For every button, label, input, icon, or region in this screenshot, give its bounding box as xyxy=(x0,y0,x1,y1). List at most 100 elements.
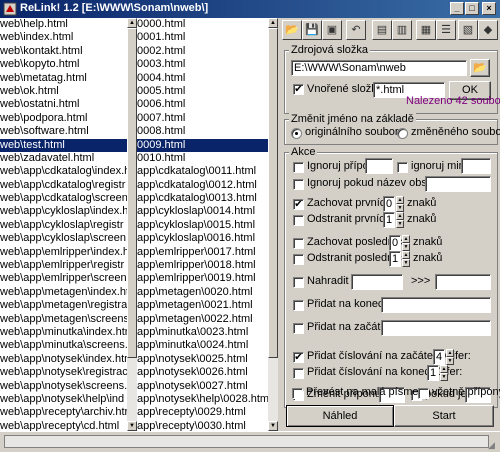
properties-icon[interactable]: ▧ xyxy=(458,20,478,40)
open-folder-icon[interactable]: 📂 xyxy=(282,20,302,40)
add-end-field[interactable] xyxy=(381,297,491,313)
remove-last-value[interactable]: 1 xyxy=(389,251,401,267)
list-item[interactable]: 0009.html xyxy=(137,138,268,152)
include-ext-checkbox[interactable] xyxy=(418,388,429,399)
keep-first-value[interactable]: 0 xyxy=(383,196,395,212)
list-item[interactable]: app\metagen\0021.html xyxy=(137,299,268,312)
list-item[interactable]: web\ok.html xyxy=(0,85,127,98)
remove-first-checkbox[interactable] xyxy=(293,215,304,226)
keep-last-checkbox[interactable] xyxy=(293,238,304,249)
ignore-except-checkbox[interactable] xyxy=(397,162,408,173)
replace-checkbox[interactable] xyxy=(293,277,304,288)
keep-last-spinner[interactable]: ▲ ▼ xyxy=(402,235,410,251)
number-end-spinner[interactable]: ▲ ▼ xyxy=(440,365,448,381)
list-item[interactable]: app\cykloslap\0016.html xyxy=(137,232,268,245)
list-item[interactable]: web\zadavatel.html xyxy=(0,152,127,165)
list-item[interactable]: web\software.html xyxy=(0,125,127,138)
add-start-checkbox[interactable] xyxy=(293,323,304,334)
list-item[interactable]: web\app\metagen\index.ht xyxy=(0,286,127,299)
start-button[interactable]: Start xyxy=(394,405,494,427)
list-item[interactable]: app\cdkatalog\0011.html xyxy=(137,165,268,178)
list-item[interactable]: web\test.html xyxy=(0,138,127,152)
list-item[interactable]: app\cdkatalog\0013.html xyxy=(137,192,268,205)
subfolders-checkbox[interactable]: ✔ xyxy=(293,84,304,95)
list-item[interactable]: app\notysek\0025.html xyxy=(137,353,268,366)
scroll-thumb[interactable] xyxy=(127,28,137,358)
list-item[interactable]: app\emlripper\0017.html xyxy=(137,246,268,259)
list-item[interactable]: web\app\cykloslap\index.h xyxy=(0,205,127,218)
list-item[interactable]: web\app\minutka\index.htn xyxy=(0,326,127,339)
help-book-icon[interactable]: ◆ xyxy=(478,20,498,40)
list-item[interactable]: app\notysek\0026.html xyxy=(137,366,268,379)
number-start-digits[interactable]: 4 xyxy=(433,349,445,365)
undo-icon[interactable]: ↶ xyxy=(346,20,366,40)
list-item[interactable]: web\app\cdkatalog\index.h xyxy=(0,165,127,178)
list-item[interactable]: app\emlripper\0018.html xyxy=(137,259,268,272)
list-item[interactable]: app\cykloslap\0015.html xyxy=(137,219,268,232)
list-item[interactable]: web\app\notysek\index.htn xyxy=(0,353,127,366)
script-save-icon[interactable]: ▥ xyxy=(392,20,412,40)
source-list-scrollbar[interactable]: ▲ ▼ xyxy=(127,18,137,431)
save-as-icon[interactable]: ▣ xyxy=(322,20,342,40)
replace-to-field[interactable] xyxy=(435,274,491,290)
horizontal-scrollbar[interactable]: ◢ xyxy=(0,431,500,452)
scroll-down-arrow-icon[interactable]: ▼ xyxy=(127,421,137,431)
list-item[interactable]: app\emlripper\0019.html xyxy=(137,272,268,285)
list-item[interactable]: 0002.html xyxy=(137,45,268,58)
scroll-thumb[interactable] xyxy=(268,28,278,358)
list-item[interactable]: web\app\emlripper\registr xyxy=(0,259,127,272)
scroll-down-arrow-icon[interactable]: ▼ xyxy=(268,421,278,431)
ignore-except-field[interactable] xyxy=(461,158,491,174)
list-item[interactable]: web\app\notysek\help\ind xyxy=(0,393,127,406)
list-item[interactable]: app\recepty\0030.html xyxy=(137,420,268,431)
list-item[interactable]: 0005.html xyxy=(137,85,268,98)
list-item[interactable]: 0003.html xyxy=(137,58,268,71)
number-start-spinner[interactable]: ▲ ▼ xyxy=(446,349,454,365)
list-item[interactable]: web\app\cdkatalog\screen xyxy=(0,192,127,205)
list-item[interactable]: web\index.html xyxy=(0,31,127,44)
number-start-checkbox[interactable]: ✔ xyxy=(293,352,304,363)
list-item[interactable]: web\app\cdkatalog\registr xyxy=(0,179,127,192)
remove-last-checkbox[interactable] xyxy=(293,254,304,265)
keep-first-spinner[interactable]: ▲ ▼ xyxy=(396,196,404,212)
list-item[interactable]: web\app\notysek\screens.h xyxy=(0,380,127,393)
list-item[interactable]: app\metagen\0020.html xyxy=(137,286,268,299)
ignore-ext-checkbox[interactable] xyxy=(293,162,304,173)
list-item[interactable]: web\app\notysek\registrac xyxy=(0,366,127,379)
changed-file-radio[interactable] xyxy=(397,128,408,139)
list-item[interactable]: 0004.html xyxy=(137,72,268,85)
list-item[interactable]: web\metatag.html xyxy=(0,72,127,85)
ignore-ext-field[interactable] xyxy=(365,158,393,174)
list-item[interactable]: 0010.html xyxy=(137,152,268,165)
list-item[interactable]: app\minutka\0023.html xyxy=(137,326,268,339)
add-end-checkbox[interactable] xyxy=(293,300,304,311)
list-item[interactable]: 0007.html xyxy=(137,112,268,125)
horizontal-scroll-track[interactable] xyxy=(4,435,489,448)
list-item[interactable]: app\cdkatalog\0012.html xyxy=(137,179,268,192)
list-icon[interactable]: ☰ xyxy=(436,20,456,40)
maximize-button[interactable]: □ xyxy=(465,2,479,15)
list-item[interactable]: web\app\cykloslap\registr xyxy=(0,219,127,232)
list-item[interactable]: 0008.html xyxy=(137,125,268,138)
list-item[interactable]: web\podpora.html xyxy=(0,112,127,125)
list-item[interactable]: web\app\metagen\screens xyxy=(0,313,127,326)
browse-folder-button[interactable]: 📂 xyxy=(470,59,490,77)
list-item[interactable]: web\help.html xyxy=(0,18,127,31)
ignore-if-name-checkbox[interactable] xyxy=(293,179,304,190)
source-file-list[interactable]: web\help.html web\index.html web\kontakt.h… xyxy=(0,18,128,431)
list-item[interactable]: web\app\cykloslap\screen xyxy=(0,232,127,245)
list-item[interactable]: web\kontakt.html xyxy=(0,45,127,58)
list-item[interactable]: web\app\recepty\cd.html xyxy=(0,420,127,431)
ignore-if-name-field[interactable] xyxy=(425,176,491,192)
list-item[interactable]: app\minutka\0024.html xyxy=(137,339,268,352)
remove-last-spinner[interactable]: ▲ ▼ xyxy=(402,251,410,267)
list-item[interactable]: app\metagen\0022.html xyxy=(137,313,268,326)
replace-from-field[interactable] xyxy=(351,274,403,290)
list-item[interactable]: 0006.html xyxy=(137,98,268,111)
list-item[interactable]: web\app\emlripper\screen xyxy=(0,272,127,285)
columns-icon[interactable]: ▦ xyxy=(416,20,436,40)
remove-first-spinner[interactable]: ▲ ▼ xyxy=(396,212,404,228)
list-item[interactable]: app\recepty\0029.html xyxy=(137,406,268,419)
minimize-button[interactable]: _ xyxy=(450,2,464,15)
lowercase-checkbox[interactable] xyxy=(292,388,303,399)
